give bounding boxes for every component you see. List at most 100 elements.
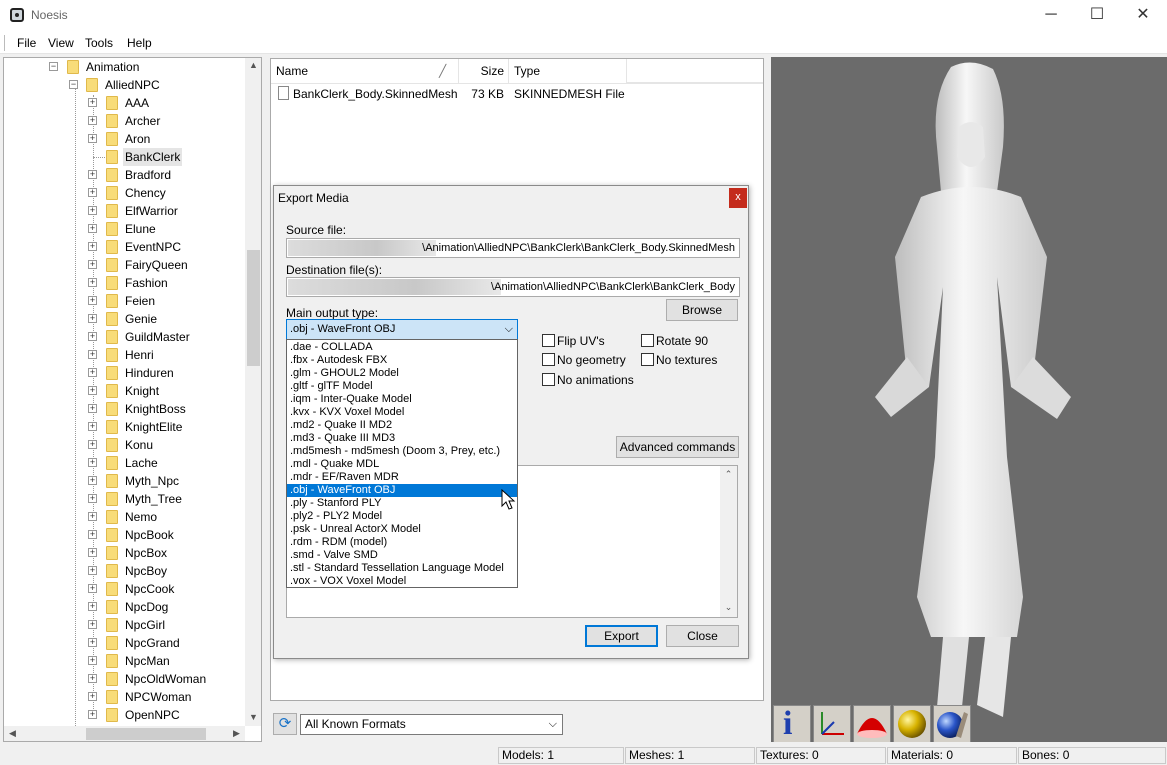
tree-item[interactable]: + GuildMaster — [4, 328, 244, 346]
expand-icon[interactable]: + — [88, 440, 97, 449]
tree-item[interactable]: + ElfWarrior — [4, 202, 244, 220]
expand-icon[interactable]: + — [88, 494, 97, 503]
tree-item[interactable]: + Hinduren — [4, 364, 244, 382]
tree-item[interactable]: + FairyQueen — [4, 256, 244, 274]
format-filter-select[interactable]: All Known Formats ⌵ — [300, 714, 563, 735]
expand-icon[interactable]: + — [88, 548, 97, 557]
menu-tools[interactable]: Tools — [85, 36, 113, 50]
dropdown-option[interactable]: .kvx - KVX Voxel Model — [287, 406, 517, 419]
blue-sphere-icon[interactable] — [933, 705, 971, 742]
menu-view[interactable]: View — [48, 36, 74, 50]
axes-icon[interactable] — [813, 705, 851, 742]
dropdown-option[interactable]: .glm - GHOUL2 Model — [287, 367, 517, 380]
tree-item[interactable]: + Myth_Tree — [4, 490, 244, 508]
tree-item[interactable]: + NpcGrand — [4, 634, 244, 652]
browse-button[interactable]: Browse — [666, 299, 738, 321]
dropdown-option[interactable]: .psk - Unreal ActorX Model — [287, 523, 517, 536]
tree-item[interactable]: + NpcGirl — [4, 616, 244, 634]
expand-icon[interactable]: + — [88, 476, 97, 485]
tree-item[interactable]: + Konu — [4, 436, 244, 454]
tree-item[interactable]: + Genie — [4, 310, 244, 328]
tree-item[interactable]: + Myth_Npc — [4, 472, 244, 490]
tree-item[interactable]: + NpcDog — [4, 598, 244, 616]
info-icon[interactable]: i — [773, 705, 811, 742]
collapse-icon[interactable]: − — [49, 62, 58, 71]
dropdown-option[interactable]: .md3 - Quake III MD3 — [287, 432, 517, 445]
red-dome-icon[interactable] — [853, 705, 891, 742]
refresh-button[interactable]: ⟳ — [273, 713, 297, 735]
expand-icon[interactable]: + — [88, 260, 97, 269]
tree-item-animation[interactable]: − Animation — [4, 58, 244, 76]
folder-tree[interactable]: − Animation − AlliedNPC + AAA + Archer + Aron… — [3, 57, 262, 742]
dialog-close-icon[interactable]: x — [729, 188, 747, 208]
tree-item[interactable]: + Knight — [4, 382, 244, 400]
log-scrollbar[interactable]: ⌃ ⌄ — [720, 466, 737, 617]
dropdown-option[interactable]: .vox - VOX Voxel Model — [287, 575, 517, 588]
output-type-dropdown[interactable]: .dae - COLLADA .fbx - Autodesk FBX .glm - … — [286, 339, 518, 588]
tree-item[interactable]: + NPCWoman — [4, 688, 244, 706]
expand-icon[interactable]: + — [88, 134, 97, 143]
collapse-icon[interactable]: − — [69, 80, 78, 89]
tree-item[interactable]: + AAA — [4, 94, 244, 112]
minimize-button[interactable]: ─ — [1028, 0, 1074, 30]
export-button[interactable]: Export — [585, 625, 658, 647]
close-window-button[interactable]: ✕ — [1120, 0, 1166, 30]
expand-icon[interactable]: + — [88, 314, 97, 323]
expand-icon[interactable]: + — [88, 350, 97, 359]
tree-item[interactable]: + Feien — [4, 292, 244, 310]
expand-icon[interactable]: + — [88, 116, 97, 125]
expand-icon[interactable]: + — [88, 674, 97, 683]
tree-item[interactable]: + Chency — [4, 184, 244, 202]
dropdown-option[interactable]: .smd - Valve SMD — [287, 549, 517, 562]
3d-viewport[interactable]: i — [771, 57, 1167, 742]
no-textures-checkbox[interactable]: No textures — [641, 353, 717, 369]
column-header-name[interactable]: Name ╱ — [271, 59, 459, 83]
scroll-thumb[interactable] — [86, 728, 206, 740]
expand-icon[interactable]: + — [88, 98, 97, 107]
menu-help[interactable]: Help — [127, 36, 152, 50]
tree-item[interactable]: + EventNPC — [4, 238, 244, 256]
file-row[interactable]: BankClerk_Body.SkinnedMesh 73 KB SKINNED… — [271, 85, 763, 103]
dropdown-option[interactable]: .mdr - EF/Raven MDR — [287, 471, 517, 484]
dropdown-option[interactable]: .iqm - Inter-Quake Model — [287, 393, 517, 406]
source-file-field[interactable]: \Animation\AlliedNPC\BankClerk\BankClerk… — [286, 238, 740, 258]
tree-horizontal-scrollbar[interactable]: ◀ ▶ — [4, 726, 245, 741]
tree-item-alliednpc[interactable]: − AlliedNPC — [4, 76, 244, 94]
expand-icon[interactable]: + — [88, 512, 97, 521]
dropdown-option[interactable]: .ply2 - PLY2 Model — [287, 510, 517, 523]
tree-item[interactable]: + Nemo — [4, 508, 244, 526]
expand-icon[interactable]: + — [88, 296, 97, 305]
tree-item[interactable]: + NpcOldWoman — [4, 670, 244, 688]
expand-icon[interactable]: + — [88, 368, 97, 377]
tree-item[interactable]: + Fashion — [4, 274, 244, 292]
expand-icon[interactable]: + — [88, 638, 97, 647]
dropdown-option[interactable]: .md2 - Quake II MD2 — [287, 419, 517, 432]
tree-item[interactable]: + NpcCook — [4, 580, 244, 598]
expand-icon[interactable]: + — [88, 332, 97, 341]
flip-uvs-checkbox[interactable]: Flip UV's — [542, 334, 605, 350]
dropdown-option[interactable]: .gltf - glTF Model — [287, 380, 517, 393]
maximize-button[interactable]: ☐ — [1074, 0, 1120, 30]
tree-item[interactable]: + NpcBox — [4, 544, 244, 562]
tree-item[interactable]: + KnightBoss — [4, 400, 244, 418]
yellow-sphere-icon[interactable] — [893, 705, 931, 742]
dropdown-option[interactable]: .md5mesh - md5mesh (Doom 3, Prey, etc.) — [287, 445, 517, 458]
scroll-thumb[interactable] — [247, 250, 260, 366]
expand-icon[interactable]: + — [88, 566, 97, 575]
column-header-size[interactable]: Size — [459, 59, 509, 83]
column-header-type[interactable]: Type — [509, 59, 627, 83]
dropdown-option[interactable]: .obj - WaveFront OBJ — [287, 484, 517, 497]
tree-vertical-scrollbar[interactable]: ▲ ▼ — [245, 58, 261, 726]
expand-icon[interactable]: + — [88, 422, 97, 431]
dropdown-option[interactable]: .stl - Standard Tessellation Language Mo… — [287, 562, 517, 575]
expand-icon[interactable]: + — [88, 458, 97, 467]
tree-item[interactable]: + NpcBoy — [4, 562, 244, 580]
no-animations-checkbox[interactable]: No animations — [542, 373, 634, 389]
expand-icon[interactable]: + — [88, 656, 97, 665]
expand-icon[interactable]: + — [88, 710, 97, 719]
tree-item[interactable]: BankClerk — [4, 148, 244, 166]
expand-icon[interactable]: + — [88, 692, 97, 701]
dropdown-option[interactable]: .dae - COLLADA — [287, 341, 517, 354]
expand-icon[interactable]: + — [88, 602, 97, 611]
tree-item[interactable]: + Henri — [4, 346, 244, 364]
